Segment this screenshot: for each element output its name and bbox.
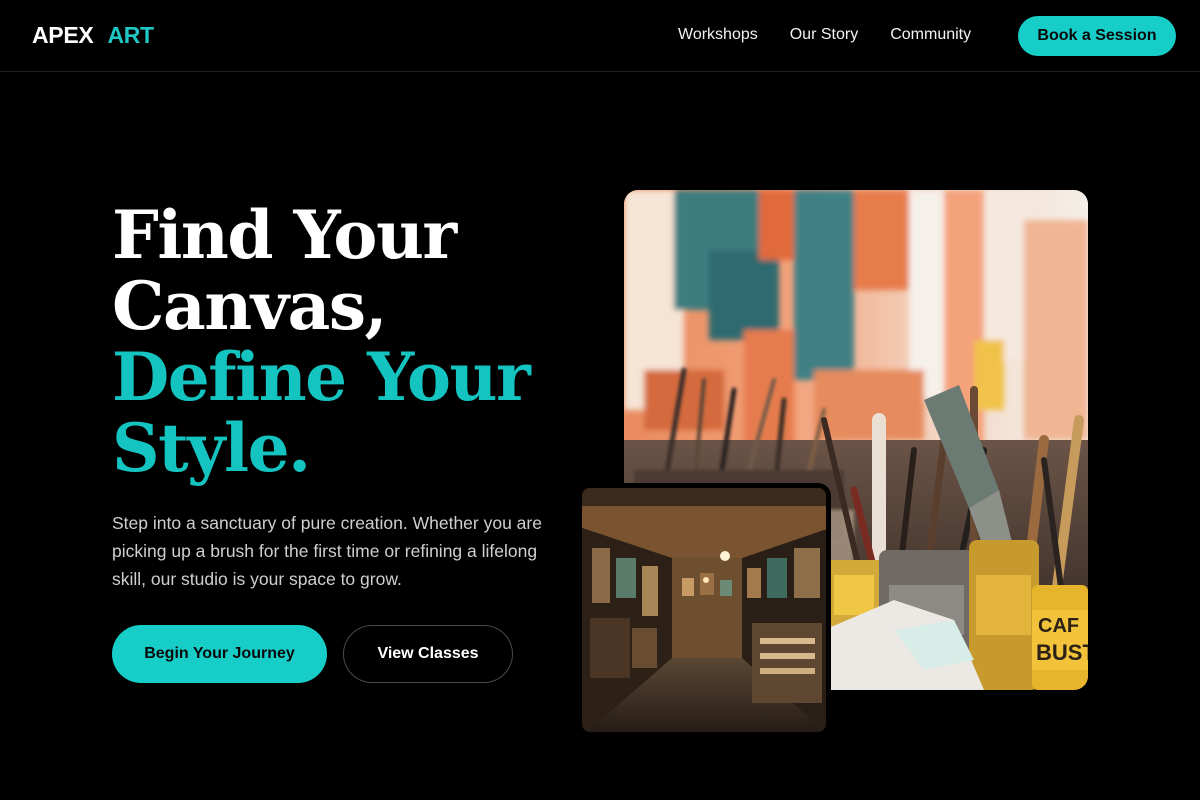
brand-word-apex: APEX bbox=[32, 22, 94, 48]
gallery-corridor-photo bbox=[580, 486, 828, 734]
hero-title-line-1: Find Your bbox=[112, 196, 457, 274]
hero-title-accent-line-1: Define Your bbox=[112, 338, 531, 416]
book-session-button[interactable]: Book a Session bbox=[1018, 16, 1176, 56]
hero-title-accent-line-2: Style. bbox=[112, 409, 311, 487]
nav-link-workshops[interactable]: Workshops bbox=[678, 26, 758, 44]
top-nav: APEX ART Workshops Our Story Community Bo… bbox=[0, 0, 1200, 72]
hero-subtitle: Step into a sanctuary of pure creation. … bbox=[112, 513, 542, 589]
hero-title-line-2: Canvas, bbox=[112, 267, 388, 345]
view-classes-button[interactable]: View Classes bbox=[343, 625, 513, 683]
can-label-top: CAF bbox=[1038, 615, 1079, 637]
brand-word-art: ART bbox=[107, 22, 154, 48]
can-label-bottom: BUST bbox=[1036, 640, 1088, 665]
hero-title: Find Your Canvas, Define Your Style. bbox=[112, 200, 572, 484]
nav-link-community[interactable]: Community bbox=[890, 26, 971, 44]
nav-links: Workshops Our Story Community bbox=[678, 26, 1003, 44]
nav-link-our-story[interactable]: Our Story bbox=[790, 26, 858, 44]
brand-logo[interactable]: APEX ART bbox=[32, 22, 154, 49]
begin-journey-button[interactable]: Begin Your Journey bbox=[112, 625, 327, 683]
